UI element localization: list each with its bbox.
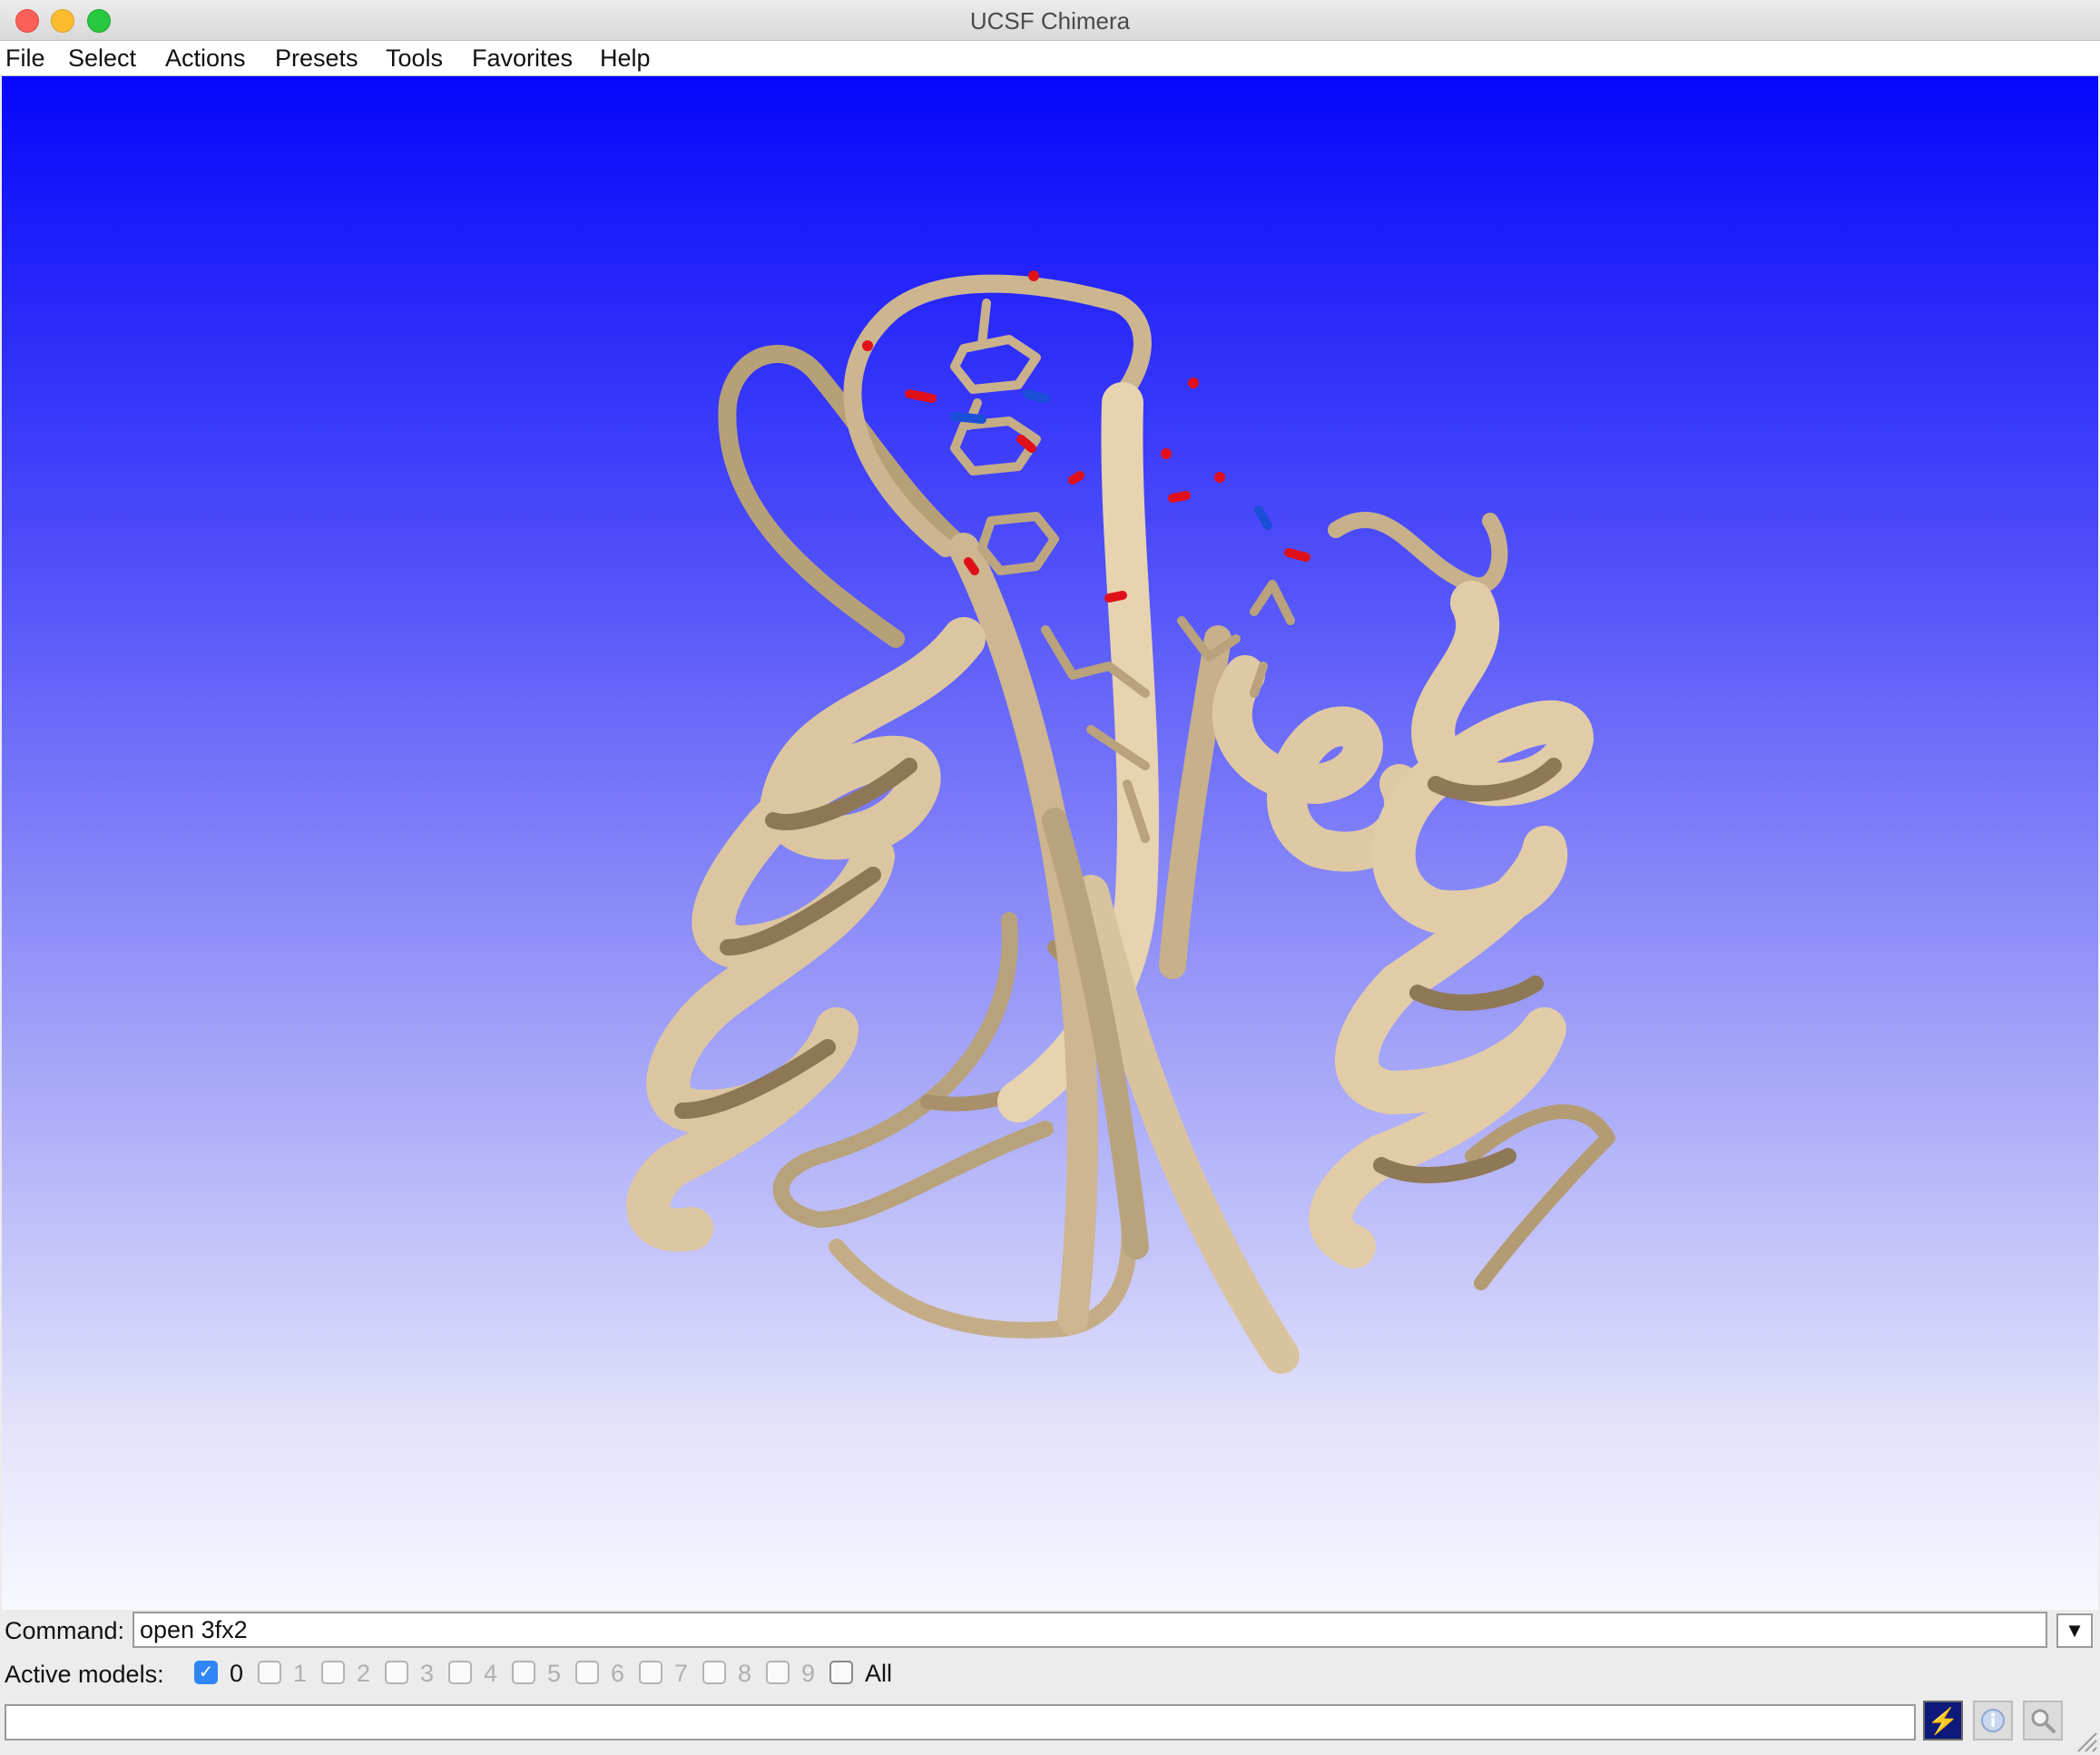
window-title: UCSF Chimera	[969, 7, 1131, 34]
helix-left-1	[626, 617, 986, 1252]
model-checkbox-2[interactable]	[321, 1661, 345, 1684]
model-label-8: 8	[738, 1660, 752, 1687]
magnifier-button[interactable]	[2023, 1701, 2063, 1740]
menu-bar: File Select Actions Presets Tools Favori…	[0, 41, 2100, 76]
carbonyl-oxygen-6	[964, 557, 979, 575]
carbonyl-oxygen-7	[1104, 591, 1127, 603]
sidechain-ring-3	[977, 512, 1059, 575]
active-models-label: Active models:	[5, 1661, 164, 1688]
graphics-viewport[interactable]	[2, 76, 2098, 1610]
menu-presets[interactable]: Presets	[270, 44, 364, 73]
model-label-2: 2	[357, 1660, 371, 1687]
carbonyl-oxygen-1	[905, 389, 937, 403]
loop-right-top	[1328, 512, 1508, 594]
model-label-0: 0	[230, 1660, 244, 1687]
command-input[interactable]	[132, 1612, 2047, 1648]
model-label-5: 5	[547, 1660, 562, 1687]
nitrogen-bond-3	[1254, 505, 1272, 530]
loop-top	[843, 274, 1152, 557]
model-checkbox-4[interactable]	[448, 1661, 472, 1684]
model-label-6: 6	[611, 1660, 625, 1687]
magnifier-icon	[2031, 1709, 2056, 1733]
model-label-9: 9	[801, 1660, 816, 1687]
model-label-4: 4	[484, 1660, 498, 1687]
info-icon	[1981, 1709, 2005, 1732]
carbonyl-oxygen-3	[1068, 471, 1084, 485]
checkmark-icon: ✓	[198, 1662, 214, 1682]
status-message-field	[5, 1704, 1916, 1740]
nitrogen-bond-1	[950, 412, 986, 424]
menu-actions[interactable]: Actions	[160, 44, 251, 73]
model-checkbox-5[interactable]	[512, 1661, 535, 1684]
menu-select[interactable]: Select	[63, 44, 142, 73]
model-checkbox-9[interactable]	[766, 1661, 790, 1684]
menu-help[interactable]: Help	[594, 44, 656, 73]
nitrogen-bond-2	[1023, 389, 1050, 403]
title-bar: UCSF Chimera	[0, 0, 2100, 41]
sidechain-sticks-center	[1041, 580, 1295, 843]
sidechain-ring-top	[950, 299, 1041, 394]
chimera-window: UCSF Chimera File Select Actions Presets…	[0, 0, 2100, 1755]
loop-right-bottom	[1465, 1104, 1615, 1290]
model-checkbox-6[interactable]	[575, 1661, 599, 1684]
menu-favorites[interactable]: Favorites	[466, 44, 578, 73]
protein-molecule-render	[626, 270, 1615, 1374]
model-label-7: 7	[674, 1660, 689, 1687]
model-label-1: 1	[293, 1660, 308, 1687]
info-button[interactable]	[1973, 1701, 2013, 1740]
resize-grip-icon[interactable]	[2075, 1730, 2098, 1753]
model-label-all: All	[865, 1660, 893, 1687]
model-label-3: 3	[420, 1660, 435, 1687]
carbonyl-oxygen-5	[1284, 548, 1310, 562]
command-history-dropdown[interactable]: ▼	[2056, 1613, 2093, 1648]
model-checkbox-7[interactable]	[639, 1661, 662, 1684]
command-label: Command:	[5, 1617, 125, 1644]
model-checkbox-8[interactable]	[702, 1661, 726, 1684]
model-checkbox-all[interactable]	[829, 1661, 853, 1684]
model-checkbox-1[interactable]	[258, 1661, 281, 1684]
menu-file[interactable]: File	[0, 44, 51, 73]
model-checkbox-3[interactable]	[385, 1661, 408, 1684]
model-checkbox-0[interactable]: ✓	[194, 1661, 218, 1684]
carbonyl-oxygen-4	[1168, 491, 1191, 503]
triangle-down-icon: ▼	[2065, 1619, 2085, 1642]
menu-tools[interactable]: Tools	[380, 44, 448, 73]
helix-right-2	[1309, 581, 1594, 1269]
beta-strand-far-right	[1159, 625, 1232, 979]
lightning-button[interactable]: ⚡	[1923, 1701, 1963, 1740]
lightning-icon: ⚡	[1927, 1706, 1959, 1735]
